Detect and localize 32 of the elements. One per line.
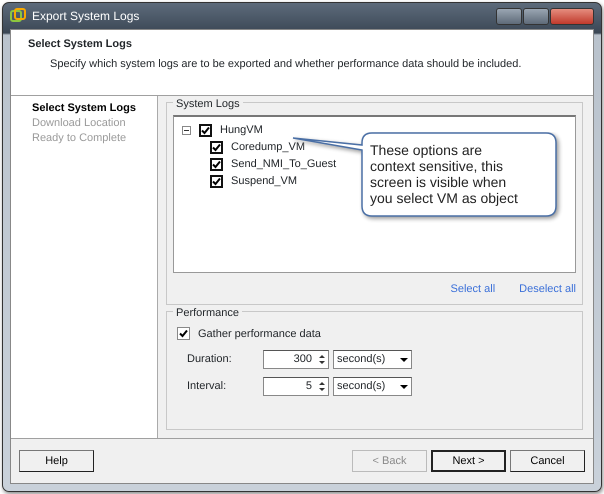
number-spinner[interactable]: 300 [263, 350, 329, 369]
tree-item-label: HungVM [220, 123, 263, 138]
tree-checkbox[interactable] [210, 158, 223, 171]
field-label: Duration: [187, 352, 233, 368]
group-title: System Logs [173, 96, 243, 112]
tree-checkbox[interactable] [210, 141, 223, 154]
page-title: Select System Logs [28, 37, 133, 52]
tree-checkbox[interactable] [210, 175, 223, 188]
page-description: Specify which system logs are to be exported and whether performance data should be included. [50, 56, 522, 72]
checkbox-label: Gather performance data [198, 326, 321, 342]
window-title: Export System Logs [32, 8, 140, 25]
field-label: Interval: [187, 379, 228, 394]
tree-item-label: Coredump_VM [231, 140, 305, 156]
callout-text: These options are context sensitive, this screen is visible when you select VM as object [370, 142, 519, 206]
text-link[interactable]: Select all [450, 281, 496, 298]
app-logo-icon [10, 8, 26, 24]
dialog-button[interactable]: Help [19, 450, 94, 472]
close-button[interactable] [550, 8, 594, 24]
minimize-button[interactable] [496, 8, 522, 24]
gather-checkbox[interactable] [177, 327, 190, 340]
unit-dropdown[interactable]: second(s) [333, 350, 412, 369]
maximize-button[interactable] [523, 8, 549, 24]
number-spinner[interactable]: 5 [263, 377, 329, 396]
tree-item-label: Suspend_VM [231, 174, 298, 190]
collapse-toggle-icon[interactable] [182, 126, 191, 135]
dialog-button[interactable]: Next > [431, 450, 506, 472]
tree-checkbox[interactable] [199, 124, 212, 137]
text-link[interactable]: Deselect all [519, 281, 576, 298]
wizard-step[interactable]: Select System Logs [32, 101, 157, 116]
dialog-button[interactable]: Cancel [510, 450, 585, 472]
unit-dropdown[interactable]: second(s) [333, 377, 412, 396]
tree-item-label: Send_NMI_To_Guest [231, 157, 336, 172]
